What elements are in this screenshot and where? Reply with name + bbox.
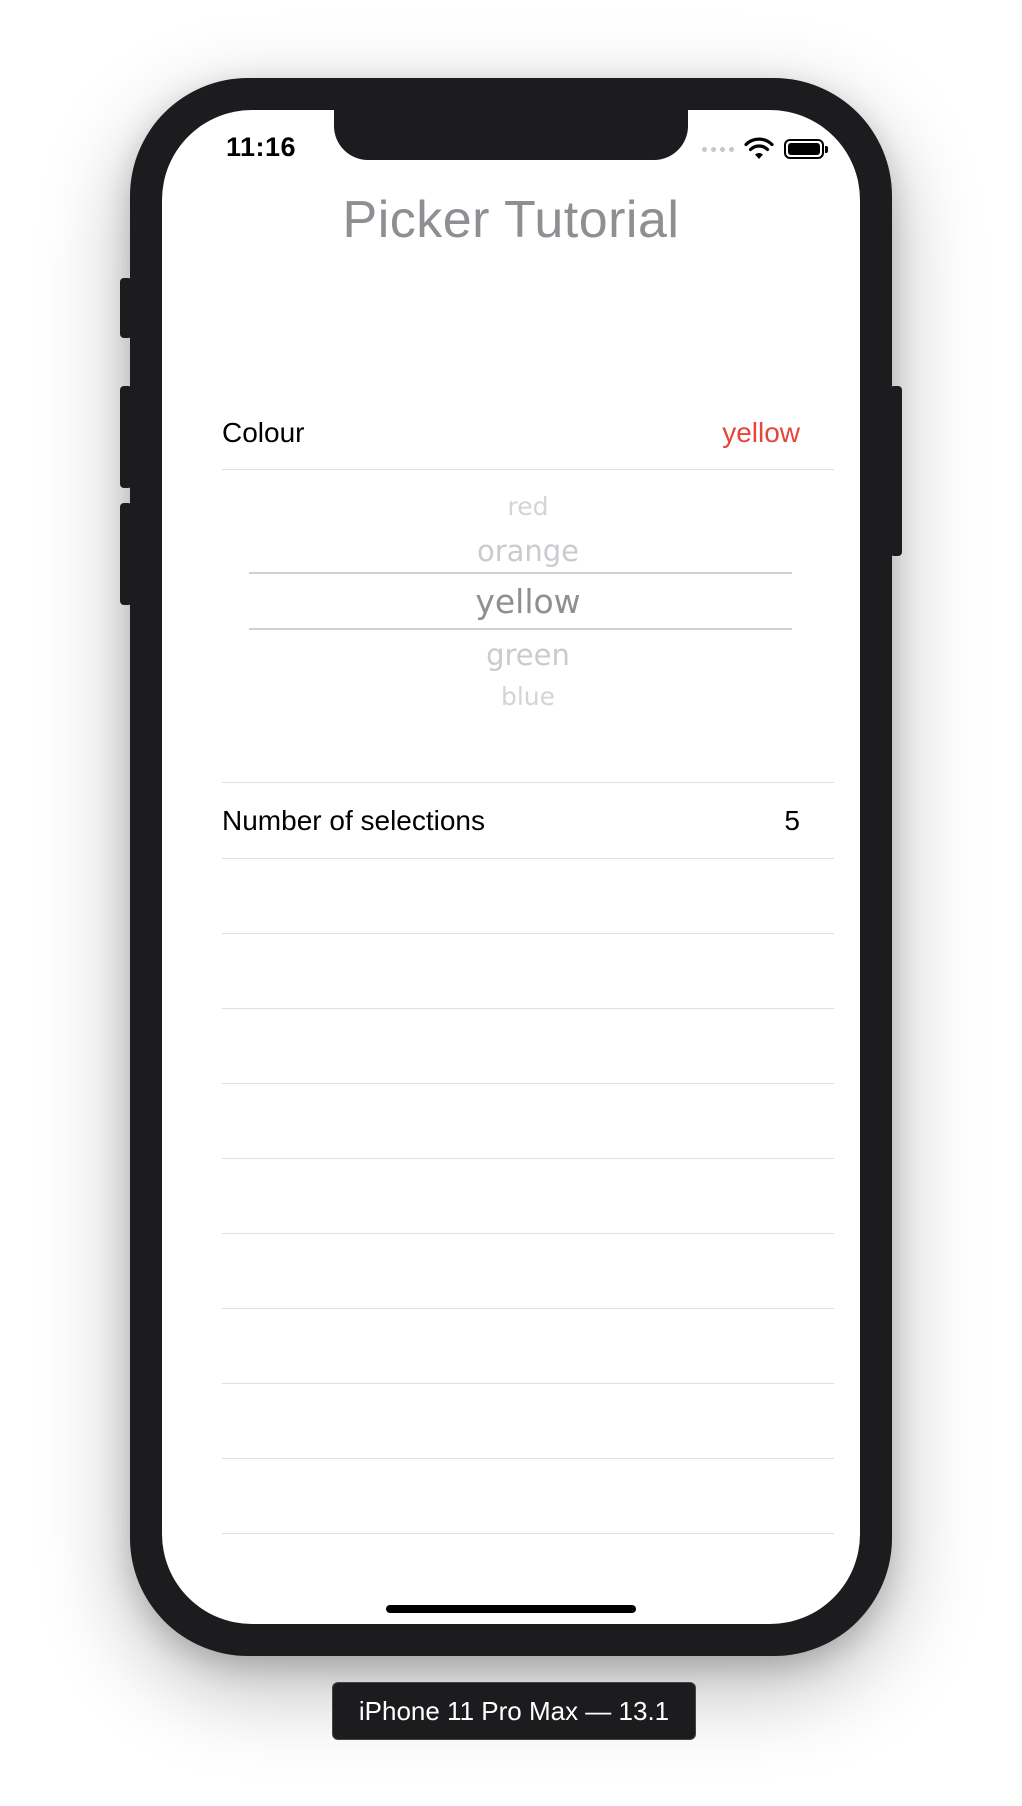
empty-row <box>222 1234 834 1309</box>
page-title: Picker Tutorial <box>342 191 680 249</box>
device-label: iPhone 11 Pro Max — 13.1 <box>332 1682 696 1740</box>
empty-row <box>222 859 834 934</box>
battery-icon <box>784 139 828 159</box>
picker-option-red[interactable]: red <box>222 492 834 521</box>
selections-count: 5 <box>784 804 800 836</box>
empty-row <box>222 1459 834 1534</box>
power-button <box>890 386 902 556</box>
status-icons <box>702 136 828 162</box>
empty-row <box>222 1384 834 1459</box>
picker-option-yellow[interactable]: yellow <box>222 582 834 621</box>
signal-icon <box>702 146 734 152</box>
selections-row: Number of selections 5 <box>222 783 834 859</box>
volume-up-button <box>120 386 132 488</box>
notch <box>334 110 688 160</box>
picker-option-orange[interactable]: orange <box>222 534 834 568</box>
mute-switch <box>120 278 132 338</box>
status-time: 11:16 <box>226 132 297 162</box>
picker-selection-top-line <box>249 572 792 574</box>
picker-option-blue[interactable]: blue <box>222 682 834 711</box>
screen: 11:16 Picker Tutorial Colour yellow red … <box>162 110 860 1624</box>
empty-row <box>222 1159 834 1234</box>
empty-row <box>222 1084 834 1159</box>
selections-label: Number of selections <box>222 804 486 836</box>
empty-row <box>222 934 834 1009</box>
picker-selection-bottom-line <box>249 628 792 630</box>
colour-picker[interactable]: red orange yellow green blue <box>222 396 834 783</box>
home-indicator[interactable] <box>386 1605 636 1613</box>
empty-row <box>222 1009 834 1084</box>
wifi-icon <box>744 137 774 159</box>
empty-row <box>222 1309 834 1384</box>
volume-down-button <box>120 503 132 605</box>
picker-option-green[interactable]: green <box>222 638 834 672</box>
